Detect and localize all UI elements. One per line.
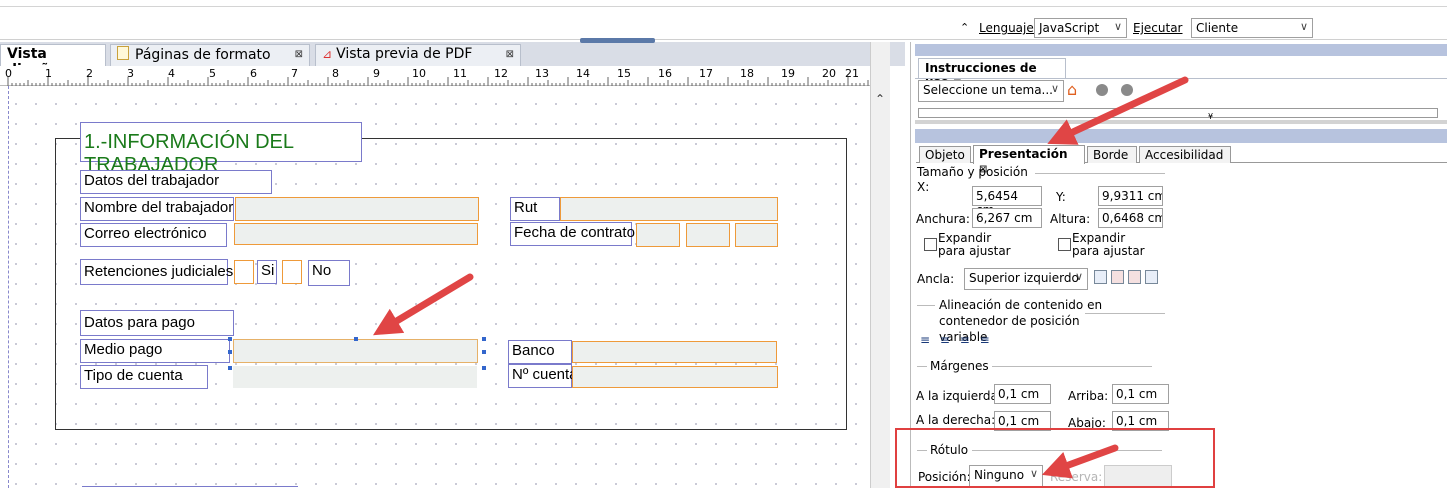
arrow-position: [1041, 444, 1119, 479]
arrow-presentation-tab: [1047, 76, 1189, 145]
arrow-field: [372, 273, 474, 336]
annotation-arrows: [372, 76, 1189, 479]
